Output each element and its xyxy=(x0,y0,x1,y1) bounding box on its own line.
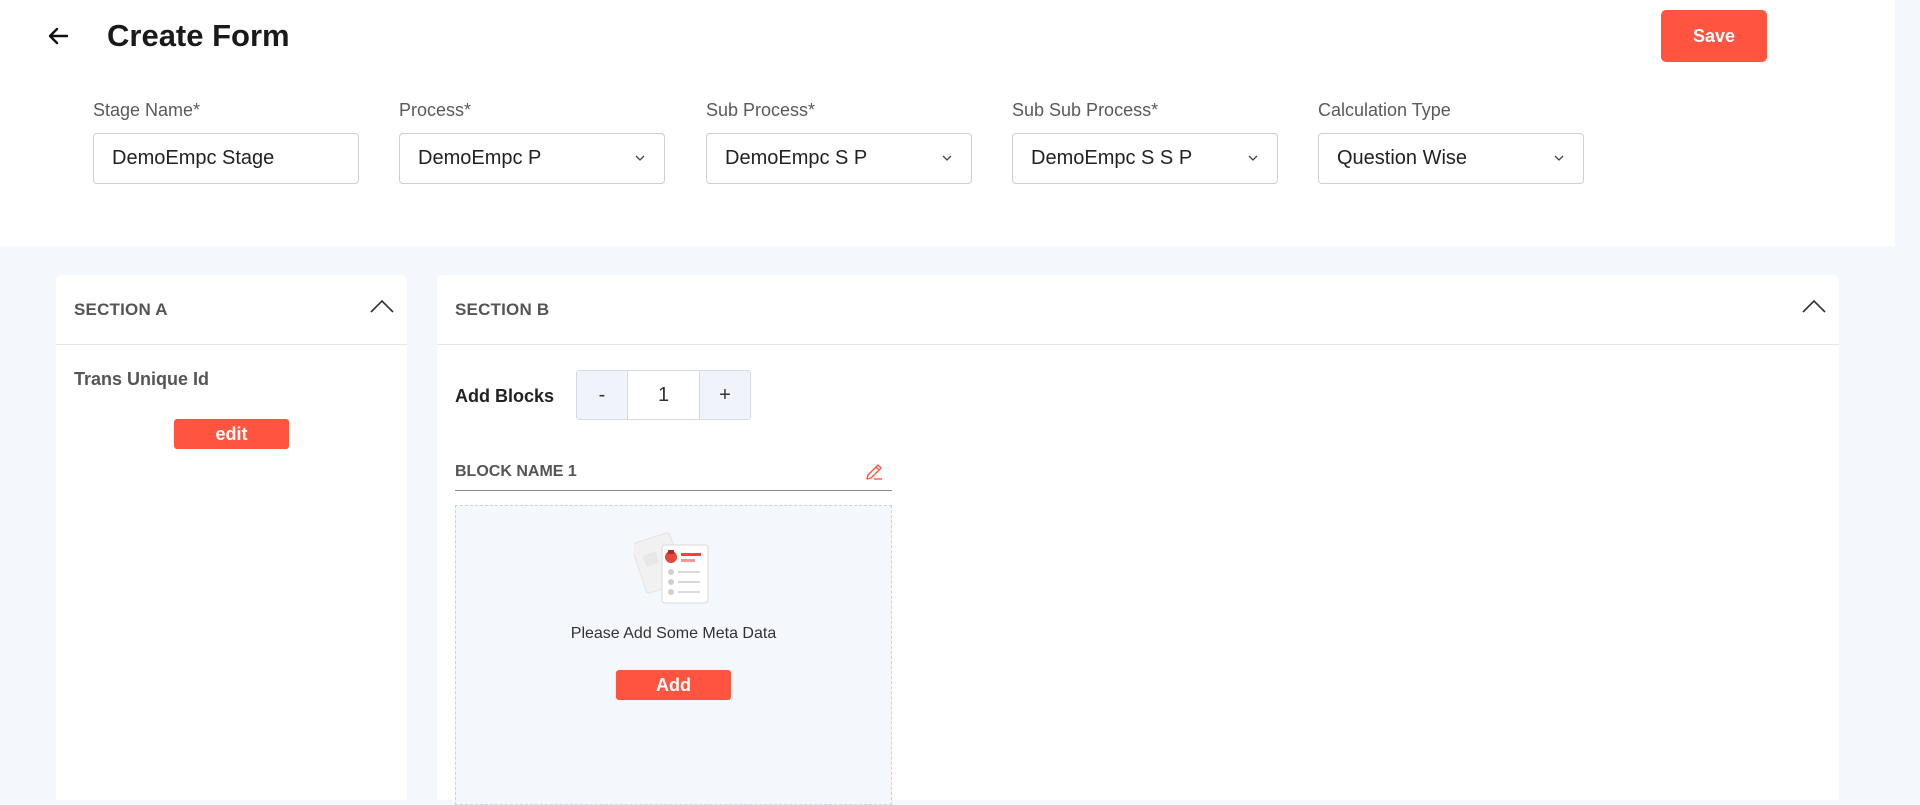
add-metadata-button[interactable]: Add xyxy=(616,670,731,700)
chevron-up-icon[interactable] xyxy=(1801,297,1827,315)
block-name: BLOCK NAME 1 xyxy=(455,463,577,480)
document-list-illustration-icon xyxy=(634,532,709,604)
section-b-title: SECTION B xyxy=(455,300,550,319)
block-count-stepper: - 1 + xyxy=(576,370,751,420)
section-a-panel: SECTION A Trans Unique Id edit xyxy=(56,275,407,800)
increment-button[interactable]: + xyxy=(700,371,750,419)
section-a-title: SECTION A xyxy=(74,300,168,319)
calculation-type-field: Calculation Type Question Wise xyxy=(1318,98,1584,184)
block-dropzone: Please Add Some Meta Data Add xyxy=(455,505,892,805)
process-select[interactable]: DemoEmpc P xyxy=(399,133,665,184)
process-field: Process* DemoEmpc P xyxy=(399,98,665,184)
sub-sub-process-select[interactable]: DemoEmpc S S P xyxy=(1012,133,1278,184)
sub-sub-process-value: DemoEmpc S S P xyxy=(1031,147,1193,169)
arrow-left-icon xyxy=(48,27,69,45)
chevron-up-icon[interactable] xyxy=(369,297,395,315)
sub-process-field: Sub Process* DemoEmpc S P xyxy=(706,98,972,184)
back-button[interactable] xyxy=(42,20,74,52)
stage-name-value: DemoEmpc Stage xyxy=(112,147,275,169)
pencil-icon[interactable] xyxy=(864,462,884,482)
calculation-type-select[interactable]: Question Wise xyxy=(1318,133,1584,184)
form-header: Create Form Save Stage Name* DemoEmpc St… xyxy=(0,0,1895,246)
section-b-panel: SECTION B Add Blocks - 1 + BLOCK NAME 1 xyxy=(437,275,1839,805)
sub-sub-process-field: Sub Sub Process* DemoEmpc S S P xyxy=(1012,98,1278,184)
empty-metadata-message: Please Add Some Meta Data xyxy=(570,625,777,642)
page-title: Create Form xyxy=(107,18,290,53)
save-button[interactable]: Save xyxy=(1661,10,1767,62)
edit-button[interactable]: edit xyxy=(174,419,289,449)
process-label: Process* xyxy=(399,100,472,120)
block-header: BLOCK NAME 1 xyxy=(455,460,892,491)
calculation-type-value: Question Wise xyxy=(1337,147,1468,169)
add-blocks-label: Add Blocks xyxy=(455,386,555,406)
decrement-button[interactable]: - xyxy=(577,371,627,419)
section-b-header[interactable]: SECTION B xyxy=(437,275,1839,345)
chevron-down-icon xyxy=(942,155,952,161)
stage-name-label: Stage Name* xyxy=(93,100,201,120)
chevron-down-icon xyxy=(1554,155,1564,161)
sub-process-value: DemoEmpc S P xyxy=(725,147,868,169)
section-a-header[interactable]: SECTION A xyxy=(56,275,407,345)
stage-name-field: Stage Name* DemoEmpc Stage xyxy=(93,98,359,184)
sub-sub-process-label: Sub Sub Process* xyxy=(1012,100,1159,120)
chevron-down-icon xyxy=(635,155,645,161)
process-value: DemoEmpc P xyxy=(418,147,542,169)
section-a-field-name: Trans Unique Id xyxy=(74,369,210,389)
calculation-type-label: Calculation Type xyxy=(1318,100,1451,120)
block-count-input[interactable]: 1 xyxy=(627,371,700,419)
chevron-down-icon xyxy=(1248,155,1258,161)
sub-process-select[interactable]: DemoEmpc S P xyxy=(706,133,972,184)
sub-process-label: Sub Process* xyxy=(706,100,816,120)
stage-name-input[interactable]: DemoEmpc Stage xyxy=(93,133,359,184)
